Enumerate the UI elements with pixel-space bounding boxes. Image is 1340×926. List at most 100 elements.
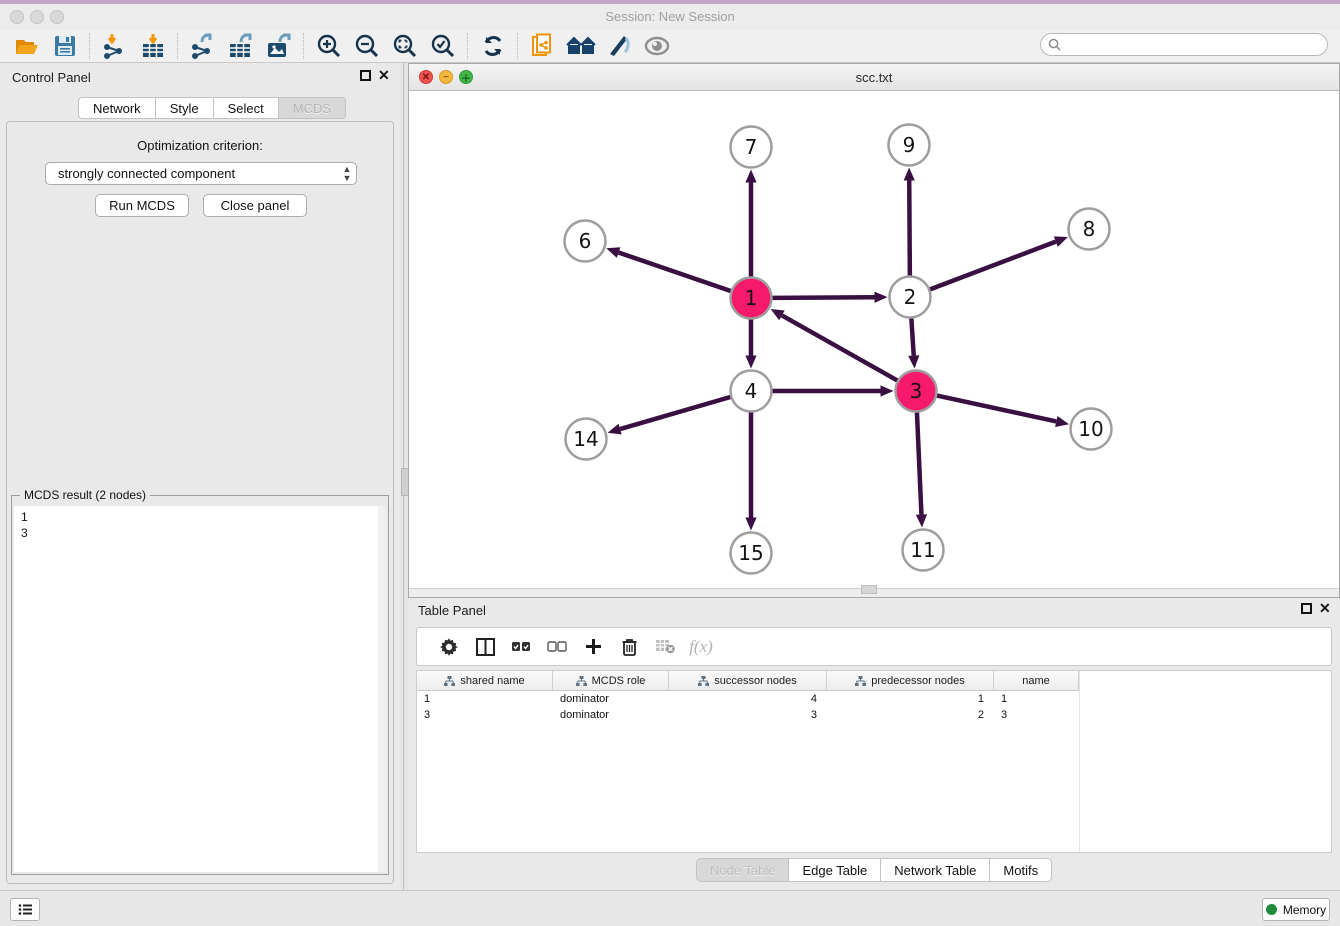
- cell-shared-name[interactable]: 3: [417, 707, 553, 723]
- tab-mcds[interactable]: MCDS: [279, 97, 346, 119]
- run-mcds-button[interactable]: Run MCDS: [95, 194, 189, 217]
- main-titlebar: Session: New Session: [0, 4, 1340, 30]
- cell-successor-nodes[interactable]: 3: [669, 707, 827, 723]
- memory-button[interactable]: Memory: [1262, 898, 1330, 921]
- create-column-plus-icon[interactable]: [575, 632, 611, 662]
- show-panels-list-button[interactable]: [10, 898, 40, 921]
- edge-arrowhead: [745, 356, 756, 369]
- table-row[interactable]: 1dominator411: [417, 691, 1079, 707]
- control-panel-header: Control Panel ✕: [0, 63, 400, 91]
- table-tabs: Node TableEdge TableNetwork TableMotifs: [408, 853, 1340, 887]
- table-float-icon[interactable]: [1301, 603, 1312, 614]
- edge-2-3[interactable]: [911, 318, 913, 355]
- mcds-result-group: MCDS result (2 nodes) 1 3: [11, 495, 389, 875]
- function-builder-icon: f(x): [683, 632, 719, 662]
- table-row[interactable]: 3dominator323: [417, 707, 1079, 723]
- delete-table-icon[interactable]: [647, 632, 683, 662]
- tab-network-table[interactable]: Network Table: [881, 858, 990, 882]
- cell-MCDS-role[interactable]: dominator: [553, 707, 669, 723]
- node-label-1: 1: [745, 286, 758, 310]
- import-network-icon[interactable]: [96, 31, 134, 61]
- cell-predecessor-nodes[interactable]: 1: [827, 691, 994, 707]
- deselect-all-rows-icon[interactable]: [539, 632, 575, 662]
- close-panel-button[interactable]: Close panel: [203, 194, 307, 217]
- cell-predecessor-nodes[interactable]: 2: [827, 707, 994, 723]
- cell-name[interactable]: 3: [994, 707, 1079, 723]
- panel-divider[interactable]: [400, 63, 408, 890]
- mcds-result-list[interactable]: 1 3: [14, 506, 386, 872]
- edge-2-8[interactable]: [930, 242, 1056, 290]
- zoom-selected-icon[interactable]: [424, 31, 462, 61]
- zoom-in-icon[interactable]: [310, 31, 348, 61]
- result-scrollbar[interactable]: [378, 506, 386, 872]
- close-panel-icon[interactable]: ✕: [378, 67, 390, 84]
- tab-style[interactable]: Style: [156, 97, 214, 119]
- criterion-value: strongly connected component: [46, 166, 338, 181]
- zoom-out-icon[interactable]: [348, 31, 386, 61]
- table-settings-gear-icon[interactable]: [431, 632, 467, 662]
- table-body: 1dominator4113dominator323: [417, 691, 1079, 723]
- toolbar-separator: [517, 33, 519, 59]
- new-network-from-file-icon[interactable]: [524, 31, 562, 61]
- network-divider-grip[interactable]: [861, 585, 877, 594]
- mcds-result-title: MCDS result (2 nodes): [20, 488, 150, 502]
- edge-3-10[interactable]: [937, 396, 1056, 422]
- export-table-icon[interactable]: [222, 31, 260, 61]
- table-close-icon[interactable]: ✕: [1319, 600, 1331, 617]
- column-header-MCDS-role[interactable]: MCDS role: [553, 671, 669, 691]
- node-label-15: 15: [738, 541, 763, 565]
- select-all-rows-icon[interactable]: [503, 632, 539, 662]
- network-bottom-divider[interactable]: [409, 588, 1339, 597]
- edge-2-9[interactable]: [909, 180, 910, 275]
- hide-details-eye-icon[interactable]: [638, 31, 676, 61]
- zoom-fit-icon[interactable]: [386, 31, 424, 61]
- hierarchy-icon: [855, 676, 866, 686]
- cell-successor-nodes[interactable]: 4: [669, 691, 827, 707]
- network-window-titlebar[interactable]: ✕ − ＋ scc.txt: [409, 64, 1339, 91]
- search-box[interactable]: [1040, 33, 1328, 56]
- export-network-icon[interactable]: [184, 31, 222, 61]
- tab-select[interactable]: Select: [214, 97, 279, 119]
- hierarchy-icon: [576, 676, 587, 686]
- table-column-end-line: [1079, 671, 1080, 852]
- column-header-predecessor-nodes[interactable]: predecessor nodes: [827, 671, 994, 691]
- cell-name[interactable]: 1: [994, 691, 1079, 707]
- edge-3-1[interactable]: [782, 315, 897, 380]
- open-session-icon[interactable]: [8, 31, 46, 61]
- column-header-shared-name[interactable]: shared name: [417, 671, 553, 691]
- delete-column-trash-icon[interactable]: [611, 632, 647, 662]
- network-canvas[interactable]: 7968124314101511: [409, 91, 1339, 588]
- select-columns-icon[interactable]: [467, 632, 503, 662]
- edge-1-2[interactable]: [772, 297, 874, 298]
- first-neighbors-icon[interactable]: [562, 31, 600, 61]
- node-label-4: 4: [745, 379, 758, 403]
- edge-1-6[interactable]: [619, 253, 731, 291]
- refresh-icon[interactable]: [474, 31, 512, 61]
- control-panel-title: Control Panel: [12, 70, 91, 85]
- table-panel-header: Table Panel ✕: [408, 598, 1340, 626]
- tab-network[interactable]: Network: [78, 97, 156, 119]
- edge-arrowhead: [608, 424, 622, 435]
- tab-motifs[interactable]: Motifs: [990, 858, 1052, 882]
- edge-3-11[interactable]: [917, 412, 921, 514]
- edge-4-14[interactable]: [620, 397, 730, 429]
- edge-arrowhead: [908, 355, 919, 368]
- column-header-name[interactable]: name: [994, 671, 1079, 691]
- tab-edge-table[interactable]: Edge Table: [789, 858, 881, 882]
- application-window: Session: New Session: [0, 0, 1340, 926]
- search-input[interactable]: [1065, 37, 1327, 53]
- cell-shared-name[interactable]: 1: [417, 691, 553, 707]
- tab-node-table[interactable]: Node Table: [696, 858, 790, 882]
- edge-arrowhead: [874, 292, 887, 303]
- node-table[interactable]: shared nameMCDS rolesuccessor nodesprede…: [416, 670, 1332, 853]
- show-graphics-details-icon[interactable]: [600, 31, 638, 61]
- network-graph[interactable]: 7968124314101511: [409, 91, 1339, 588]
- criterion-dropdown[interactable]: strongly connected component ▲▼: [45, 162, 357, 185]
- import-table-icon[interactable]: [134, 31, 172, 61]
- save-session-icon[interactable]: [46, 31, 84, 61]
- export-image-icon[interactable]: [260, 31, 298, 61]
- column-header-successor-nodes[interactable]: successor nodes: [669, 671, 827, 691]
- control-panel-tabs: NetworkStyleSelectMCDS: [78, 97, 346, 119]
- cell-MCDS-role[interactable]: dominator: [553, 691, 669, 707]
- float-panel-icon[interactable]: [360, 70, 371, 81]
